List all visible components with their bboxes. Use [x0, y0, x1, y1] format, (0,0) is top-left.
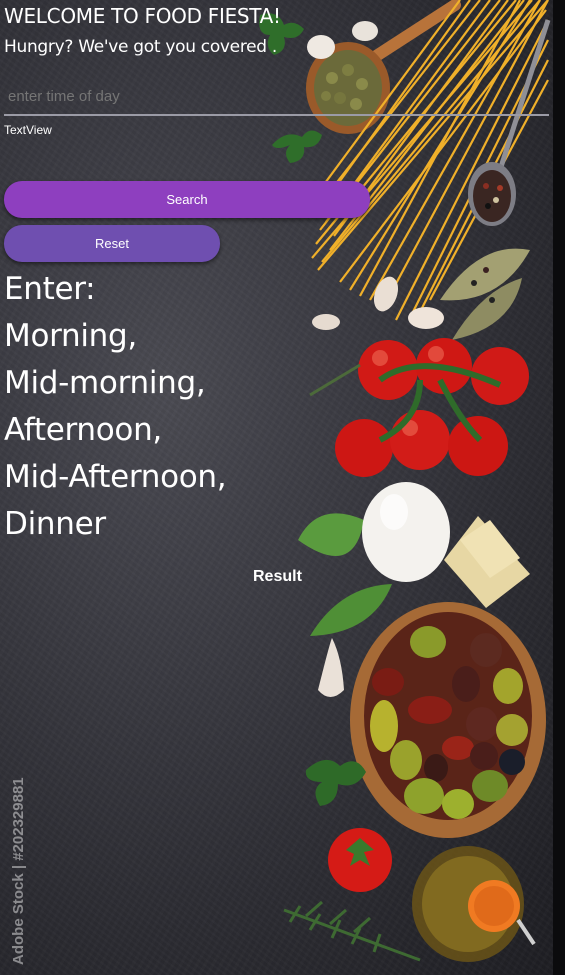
- app-title: WELCOME TO FOOD FIESTA!: [4, 4, 281, 28]
- instruction-line: Mid-Afternoon,: [4, 459, 227, 495]
- stock-watermark: Adobe Stock | #202329881: [10, 777, 27, 965]
- result-text: Result: [253, 568, 302, 585]
- search-button[interactable]: Search: [4, 181, 370, 218]
- text-view-label: TextView: [4, 123, 52, 137]
- screen-edge: [553, 0, 565, 975]
- app-screen: WELCOME TO FOOD FIESTA! Hungry? We've go…: [0, 0, 553, 975]
- olive-bowl: [350, 602, 546, 838]
- instruction-line: Enter: Morning,: [4, 271, 137, 354]
- instruction-line: Afternoon,: [4, 412, 162, 448]
- instruction-line: Mid-morning,: [4, 365, 206, 401]
- instruction-line: Dinner: [4, 506, 106, 542]
- meal-time-instructions: Enter: Morning, Mid-morning, Afternoon, …: [4, 266, 234, 548]
- reset-button[interactable]: Reset: [4, 225, 220, 262]
- time-of-day-input[interactable]: [4, 78, 549, 116]
- app-subtitle: Hungry? We've got you covered .: [4, 37, 278, 57]
- oil-bottle: [412, 846, 536, 962]
- cherry-tomatoes: [335, 338, 529, 477]
